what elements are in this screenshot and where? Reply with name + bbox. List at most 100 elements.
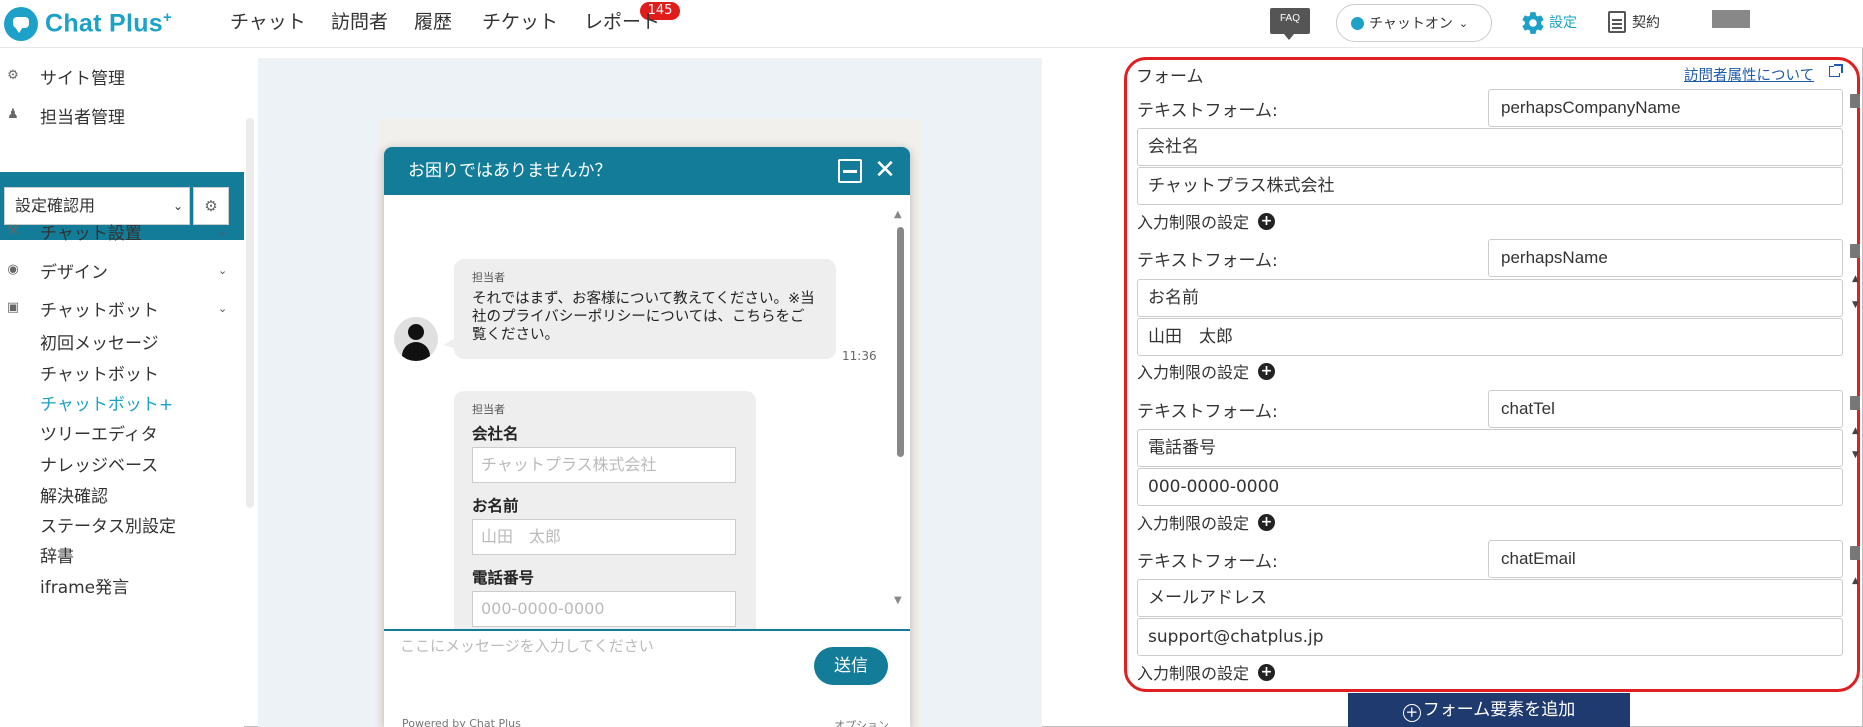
trash-icon[interactable] bbox=[1850, 546, 1860, 560]
palette-icon: ◉ bbox=[7, 262, 19, 277]
input-limit-label: 入力制限の設定 bbox=[1137, 213, 1250, 232]
form-placeholder-input[interactable]: 000-0000-0000 bbox=[1137, 468, 1843, 506]
external-link-icon[interactable] bbox=[1829, 64, 1843, 77]
form-label-input[interactable]: メールアドレス bbox=[1137, 579, 1843, 617]
phone-input[interactable]: 000-0000-0000 bbox=[472, 591, 736, 627]
sidebar-sub-status-settings[interactable]: ステータス別設定 bbox=[40, 512, 176, 537]
plus-circle-icon[interactable]: + bbox=[1258, 513, 1276, 531]
widget-message-list: ▲ ▼ 担当者 それではまず、お客様について教えてください。※当社のプライバシー… bbox=[384, 195, 910, 651]
user-avatar[interactable] bbox=[1712, 10, 1750, 28]
input-limit-label: 入力制限の設定 bbox=[1137, 514, 1250, 533]
input-limit-setting[interactable]: 入力制限の設定 + bbox=[1137, 359, 1276, 383]
faq-icon[interactable]: FAQ bbox=[1270, 8, 1310, 40]
gear-icon[interactable] bbox=[1520, 10, 1546, 36]
input-limit-setting[interactable]: 入力制限の設定 + bbox=[1137, 510, 1276, 534]
form-placeholder-input[interactable]: チャットプラス株式会社 bbox=[1137, 167, 1843, 205]
chat-widget-preview: お困りではありませんか？ ✕ ▲ ▼ 担当者 それではまず、お客様について教えて… bbox=[384, 147, 910, 727]
name-input[interactable]: 山田 太郎 bbox=[472, 519, 736, 555]
visitor-attributes-link[interactable]: 訪問者属性について bbox=[1684, 64, 1814, 85]
document-icon[interactable] bbox=[1608, 11, 1626, 33]
move-down-icon[interactable]: ▼ bbox=[1852, 450, 1859, 460]
sidebar-item-label: デザイン bbox=[40, 262, 108, 283]
input-limit-label: 入力制限の設定 bbox=[1137, 363, 1250, 382]
form-field-label: 電話番号 bbox=[472, 569, 535, 587]
trash-icon[interactable] bbox=[1850, 244, 1860, 258]
gears-icon: ⚙ bbox=[7, 68, 19, 83]
text-form-label: テキストフォーム: bbox=[1137, 552, 1278, 572]
contract-link[interactable]: 契約 bbox=[1632, 12, 1660, 32]
sidebar-item-chat-setup[interactable]: ⚒ チャット設置 ⌄ bbox=[0, 213, 240, 249]
form-placeholder-input[interactable]: support@chatplus.jp bbox=[1137, 618, 1843, 656]
settings-link[interactable]: 設定 bbox=[1549, 12, 1577, 32]
sidebar-item-label: チャット設置 bbox=[40, 223, 142, 244]
text-form-label: テキストフォーム: bbox=[1137, 101, 1278, 121]
nav-visitors[interactable]: 訪問者 bbox=[331, 8, 388, 36]
sidebar-sub-first-message[interactable]: 初回メッセージ bbox=[40, 329, 159, 354]
form-label-input[interactable]: お名前 bbox=[1137, 279, 1843, 317]
form-label-input[interactable]: 会社名 bbox=[1137, 128, 1843, 166]
chatplus-logo[interactable]: Chat Plus+ bbox=[4, 4, 172, 44]
agent-name: 担当者 bbox=[472, 271, 505, 284]
nav-chat[interactable]: チャット bbox=[230, 8, 306, 36]
nav-ticket[interactable]: チケット bbox=[482, 8, 558, 36]
form-label-input[interactable]: 電話番号 bbox=[1137, 429, 1843, 467]
add-form-element-button[interactable]: + フォーム要素を追加 bbox=[1348, 693, 1630, 727]
sidebar-sub-dictionary[interactable]: 辞書 bbox=[40, 542, 74, 567]
plus-circle-icon[interactable]: + bbox=[1258, 212, 1276, 230]
form-placeholder-input[interactable]: 山田 太郎 bbox=[1137, 318, 1843, 356]
form-key-input[interactable]: chatTel bbox=[1488, 390, 1843, 428]
send-button[interactable]: 送信 bbox=[814, 647, 888, 685]
plus-circle-icon[interactable]: + bbox=[1258, 663, 1276, 681]
sidebar-sub-chatbot[interactable]: チャットボット bbox=[40, 360, 159, 385]
sidebar-item-site-management[interactable]: ⚙ サイト管理 bbox=[0, 58, 240, 94]
nav-history[interactable]: 履歴 bbox=[414, 8, 452, 36]
form-key-input[interactable]: chatEmail bbox=[1488, 540, 1843, 578]
scrollbar-thumb[interactable] bbox=[897, 227, 904, 457]
text-form-label: テキストフォーム: bbox=[1137, 251, 1278, 271]
trash-icon[interactable] bbox=[1850, 396, 1860, 410]
users-icon: ♟ bbox=[7, 107, 19, 122]
form-field-label: 会社名 bbox=[472, 425, 519, 443]
scroll-down-icon[interactable]: ▼ bbox=[894, 595, 902, 606]
sidebar-item-chatbot[interactable]: ▣ チャットボット ⌄ bbox=[0, 290, 240, 326]
widget-scrollbar[interactable]: ▲ ▼ bbox=[894, 209, 906, 609]
chat-status-label: チャットオン bbox=[1369, 16, 1453, 32]
agent-avatar-icon bbox=[394, 317, 438, 361]
move-down-icon[interactable]: ▼ bbox=[1852, 300, 1859, 310]
sidebar-item-label: 担当者管理 bbox=[40, 107, 125, 128]
sidebar-sub-knowledge-base[interactable]: ナレッジベース bbox=[40, 451, 158, 476]
chat-status-dropdown[interactable]: チャットオン ⌄ bbox=[1336, 4, 1492, 42]
sidebar-scrollbar[interactable] bbox=[246, 118, 254, 508]
plus-circle-icon[interactable]: + bbox=[1258, 362, 1276, 380]
option-link[interactable]: オプション bbox=[834, 717, 889, 727]
input-limit-label: 入力制限の設定 bbox=[1137, 664, 1250, 683]
nav-report[interactable]: レポート bbox=[584, 8, 660, 36]
input-limit-setting[interactable]: 入力制限の設定 + bbox=[1137, 209, 1276, 233]
close-icon[interactable]: ✕ bbox=[872, 157, 898, 183]
chevron-down-icon: ⌄ bbox=[218, 224, 228, 238]
top-navigation-bar: Chat Plus+ チャット 訪問者 履歴 チケット 145 レポート FAQ… bbox=[0, 0, 1863, 48]
move-up-icon[interactable]: ▲ bbox=[1852, 426, 1859, 436]
sidebar-item-design[interactable]: ◉ デザイン ⌄ bbox=[0, 252, 240, 288]
form-field-label: お名前 bbox=[472, 497, 519, 515]
input-limit-setting[interactable]: 入力制限の設定 + bbox=[1137, 660, 1276, 684]
sidebar-sub-chatbot-plus[interactable]: チャットボット+ bbox=[40, 390, 173, 415]
move-up-icon[interactable]: ▲ bbox=[1852, 274, 1859, 284]
sidebar-sub-resolution-check[interactable]: 解決確認 bbox=[40, 482, 108, 507]
sidebar-sub-iframe-message[interactable]: iframe発言 bbox=[40, 573, 129, 598]
chevron-down-icon: ⌄ bbox=[1458, 16, 1469, 30]
sidebar-item-agent-management[interactable]: ♟ 担当者管理 bbox=[0, 97, 240, 133]
form-key-input[interactable]: perhapsCompanyName bbox=[1488, 89, 1843, 127]
sidebar-item-label: サイト管理 bbox=[40, 68, 125, 89]
move-up-icon[interactable]: ▲ bbox=[1852, 576, 1859, 586]
message-input[interactable]: ここにメッセージを入力してください bbox=[400, 635, 654, 656]
trash-icon[interactable] bbox=[1850, 94, 1860, 108]
minimize-icon[interactable] bbox=[838, 159, 862, 183]
chevron-down-icon: ⌄ bbox=[218, 301, 228, 315]
agent-message-bubble: 担当者 それではまず、お客様について教えてください。※当社のプライバシーポリシー… bbox=[444, 259, 836, 359]
message-time: 11:36 bbox=[842, 349, 877, 363]
company-name-input[interactable]: チャットプラス株式会社 bbox=[472, 447, 736, 483]
scroll-up-icon[interactable]: ▲ bbox=[894, 209, 902, 220]
sidebar-sub-tree-editor[interactable]: ツリーエディタ bbox=[40, 420, 158, 445]
form-key-input[interactable]: perhapsName bbox=[1488, 239, 1843, 277]
